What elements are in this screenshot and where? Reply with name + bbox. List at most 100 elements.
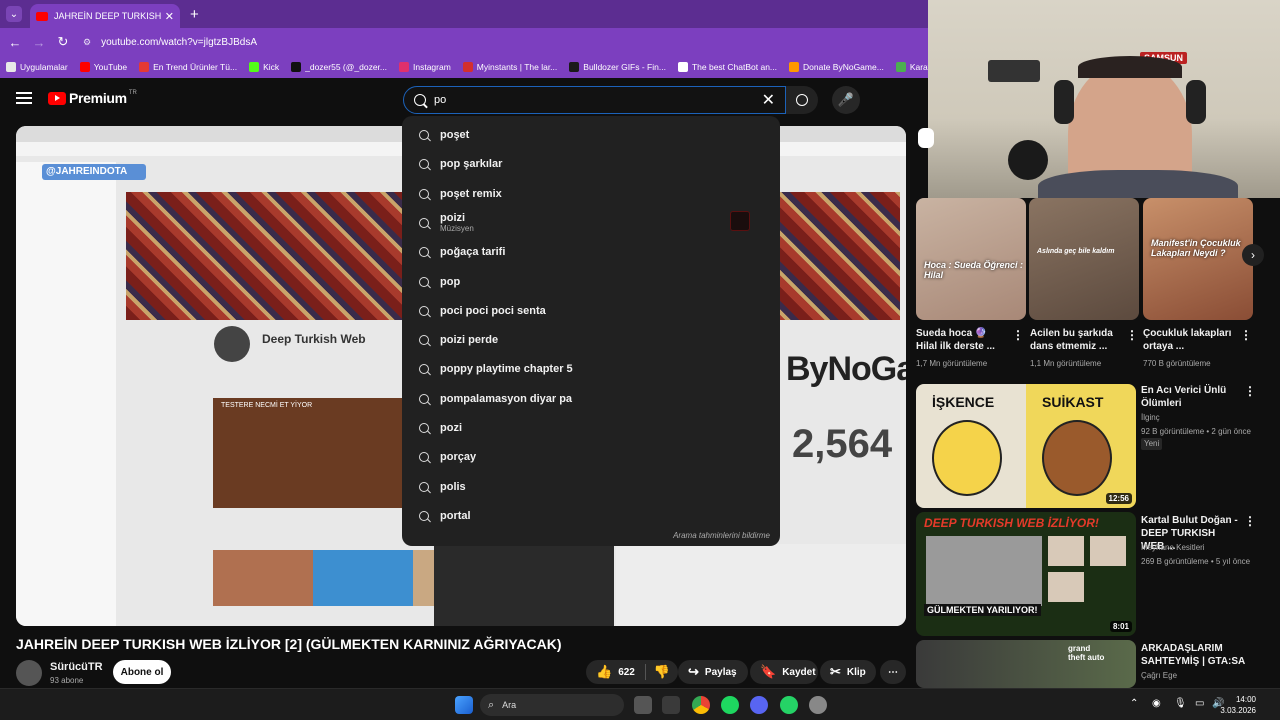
short-thumb-2[interactable]: Aslında geç bile kaldım xyxy=(1029,198,1139,320)
clip-icon: ✂ xyxy=(830,664,841,679)
duration-2: 8:01 xyxy=(1109,621,1132,632)
spotify-icon[interactable] xyxy=(721,696,739,714)
bookmark-item[interactable]: Bulldozer GIFs - Fin... xyxy=(569,62,666,72)
search-suggestion[interactable]: pozi xyxy=(402,415,780,441)
store-icon[interactable] xyxy=(662,696,680,714)
search-suggestion[interactable]: portal xyxy=(402,503,780,529)
short-title-2[interactable]: Acilen bu şarkıda dans etmemiz ... xyxy=(1030,327,1122,353)
short-menu-icon-2[interactable]: ⋮ xyxy=(1126,328,1138,342)
search-suggestion[interactable]: poşet xyxy=(402,122,780,148)
save-button[interactable]: 🔖 Kaydet xyxy=(750,660,818,684)
bookmark-item[interactable]: Karatay Belediyes xyxy=(895,62,928,72)
menu-icon[interactable] xyxy=(16,92,32,104)
related-menu-icon-2[interactable]: ⋮ xyxy=(1244,514,1256,528)
bookmark-item[interactable]: The best ChatBot an... xyxy=(677,62,777,72)
bookmark-item[interactable]: _dozer55 (@_dozer... xyxy=(291,62,387,72)
bookmark-item[interactable]: YouTube xyxy=(79,62,127,72)
mic-tray-icon[interactable]: 🎙 xyxy=(1174,698,1187,709)
bookmark-favicon-icon xyxy=(139,62,150,72)
forward-icon[interactable]: → xyxy=(27,35,51,50)
network-icon[interactable]: ◉ xyxy=(1152,698,1161,709)
url-field[interactable]: ⚙ youtube.com/watch?v=jlgtzBJBdsA xyxy=(83,37,257,48)
voice-search-icon[interactable]: 🎤 xyxy=(832,86,860,114)
dislike-icon[interactable]: 👎 xyxy=(654,664,670,680)
related-thumb-2-face-b xyxy=(1090,536,1126,566)
search-suggestion[interactable]: poizi Müzisyen xyxy=(402,210,780,236)
related-title-1[interactable]: En Acı Verici Ünlü Ölümleri xyxy=(1141,384,1241,410)
bookmark-item[interactable]: Instagram xyxy=(399,62,451,72)
reload-icon[interactable]: ↻ xyxy=(51,34,75,50)
subscribe-button[interactable]: Abone ol xyxy=(113,660,171,684)
related-thumb-2[interactable]: DEEP TURKISH WEB İZLİYOR! GÜLMEKTEN YARI… xyxy=(916,512,1136,636)
related-channel-2[interactable]: Meyhane Kesitleri xyxy=(1141,542,1271,554)
short-title-1[interactable]: Sueda hoca 🔮 Hilal ilk derste ... xyxy=(916,327,1008,353)
search-input[interactable]: po xyxy=(434,94,762,106)
clock[interactable]: 14:00 3.03.2026 xyxy=(1220,694,1256,716)
search-suggestion[interactable]: poğaça tarifi xyxy=(402,239,780,265)
related-thumb-2-face-c xyxy=(1048,572,1084,602)
search-suggestion[interactable]: poci poci poci senta xyxy=(402,298,780,324)
like-icon[interactable]: 👍 xyxy=(596,664,612,680)
search-suggestion[interactable]: porçay xyxy=(402,444,780,470)
bookmark-item[interactable]: Uygulamalar xyxy=(6,62,68,72)
chrome-icon[interactable] xyxy=(692,696,710,714)
share-button[interactable]: ↪ Paylaş xyxy=(678,660,748,684)
report-predictions-link[interactable]: Arama tahminlerini bildirme xyxy=(673,531,770,540)
back-icon[interactable]: ← xyxy=(3,35,27,50)
youtube-premium-logo[interactable]: Premium TR xyxy=(48,90,137,106)
site-info-icon[interactable]: ⚙ xyxy=(83,37,91,47)
new-tab-icon[interactable]: + xyxy=(190,6,199,23)
search-suggestion[interactable]: poizi perde xyxy=(402,327,780,353)
channel-name[interactable]: SürücüTR xyxy=(50,661,103,673)
save-icon: 🔖 xyxy=(760,664,777,679)
bookmark-item[interactable]: Kick xyxy=(249,62,279,72)
bookmark-favicon-icon xyxy=(79,62,90,72)
short-thumb-1[interactable]: Hoca : Sueda Öğrenci : Hilal xyxy=(916,198,1026,320)
related-title-3[interactable]: ARKADAŞLARIM SAHTEYMİŞ | GTA:SA xyxy=(1141,642,1251,668)
bookmark-item[interactable]: Myinstants | The lar... xyxy=(462,62,557,72)
discord-icon[interactable] xyxy=(750,696,768,714)
task-view-icon[interactable] xyxy=(634,696,652,714)
browser-tab[interactable]: JAHREİN DEEP TURKISH WEB İZ ✕ xyxy=(30,4,180,28)
like-count[interactable]: 622 xyxy=(618,667,635,678)
clip-button[interactable]: ✂ Klip xyxy=(820,660,876,684)
whatsapp-icon[interactable] xyxy=(780,696,798,714)
search-suggestion[interactable]: poşet remix xyxy=(402,181,780,207)
filter-chip[interactable] xyxy=(918,128,934,148)
short-title-3[interactable]: Çocukluk lakapları ortaya ... xyxy=(1143,327,1235,353)
related-channel-3[interactable]: Çağrı Ege xyxy=(1141,670,1271,682)
shorts-next-icon[interactable]: › xyxy=(1242,244,1264,266)
search-suggestion[interactable]: pop şarkılar xyxy=(402,151,780,177)
bookmark-item[interactable]: Donate ByNoGame... xyxy=(789,62,884,72)
bookmark-item[interactable]: En Trend Ürünler Tü... xyxy=(139,62,237,72)
search-button[interactable] xyxy=(786,86,818,114)
suggestion-search-icon xyxy=(419,217,429,228)
app-icon[interactable] xyxy=(809,696,827,714)
related-thumb-3[interactable]: grand theft auto xyxy=(916,640,1136,688)
short-thumb-3[interactable]: Manifest'in Çocukluk Lakapları Neydi ? xyxy=(1143,198,1253,320)
display-icon[interactable]: ▭ xyxy=(1195,698,1204,709)
more-actions-button[interactable]: ⋯ xyxy=(880,660,906,684)
search-suggestion[interactable]: pompalamasyon diyar pa xyxy=(402,386,780,412)
taskbar-search[interactable]: ⌕ Ara xyxy=(480,694,624,716)
search-box[interactable]: po ✕ xyxy=(403,86,786,114)
youtube-favicon-icon xyxy=(36,11,48,21)
start-icon[interactable] xyxy=(455,696,473,714)
bookmark-label: Bulldozer GIFs - Fin... xyxy=(583,62,666,72)
search-suggestion[interactable]: poppy playtime chapter 5 xyxy=(402,356,780,382)
short-menu-icon-1[interactable]: ⋮ xyxy=(1012,328,1024,342)
related-thumb-1[interactable]: İŞKENCE SUİKAST 12:56 xyxy=(916,384,1136,508)
tab-search-icon[interactable]: ⌄ xyxy=(6,6,22,22)
short-menu-icon-3[interactable]: ⋮ xyxy=(1240,328,1252,342)
search-suggestion[interactable]: pop xyxy=(402,269,780,295)
related-menu-icon-1[interactable]: ⋮ xyxy=(1244,384,1256,398)
close-tab-icon[interactable]: ✕ xyxy=(165,10,174,23)
bookmark-favicon-icon xyxy=(789,62,800,72)
search-suggestion[interactable]: polis xyxy=(402,474,780,500)
clear-search-icon[interactable]: ✕ xyxy=(762,90,775,110)
url-text: youtube.com/watch?v=jlgtzBJBdsA xyxy=(101,36,257,48)
bookmark-favicon-icon xyxy=(895,62,906,72)
tray-chevron-icon[interactable]: ⌃ xyxy=(1130,698,1138,709)
related-channel-1[interactable]: İlginç xyxy=(1141,412,1271,424)
channel-avatar[interactable] xyxy=(16,660,42,686)
